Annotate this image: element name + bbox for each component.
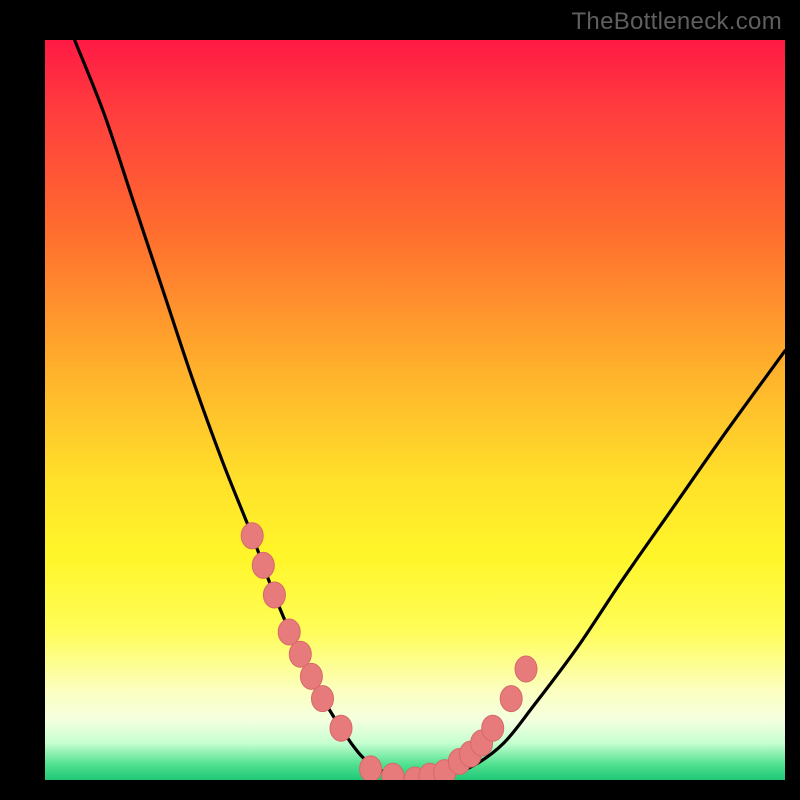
chart-svg [45,40,785,780]
plot-area [45,40,785,780]
data-marker [312,686,334,712]
bottleneck-curve [75,40,785,780]
data-marker [382,763,404,780]
marker-layer [241,523,537,780]
data-marker [278,619,300,645]
data-marker [263,582,285,608]
data-marker [252,552,274,578]
data-marker [300,663,322,689]
chart-frame: TheBottleneck.com [0,0,800,800]
data-marker [289,641,311,667]
data-marker [241,523,263,549]
data-marker [500,686,522,712]
data-marker [330,715,352,741]
data-marker [482,715,504,741]
curve-layer [75,40,785,780]
data-marker [360,756,382,780]
attribution-label: TheBottleneck.com [571,8,782,36]
data-marker [515,656,537,682]
